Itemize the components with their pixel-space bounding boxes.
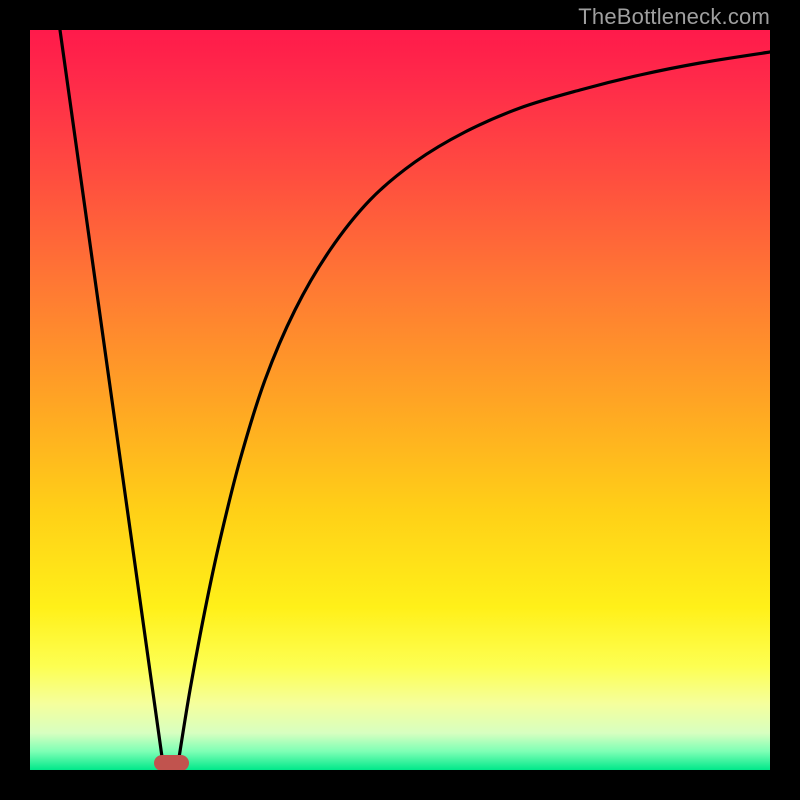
bottleneck-curve xyxy=(30,30,770,770)
plot-area xyxy=(30,30,770,770)
watermark-text: TheBottleneck.com xyxy=(578,4,770,30)
optimal-marker xyxy=(154,755,189,770)
chart-frame: TheBottleneck.com xyxy=(0,0,800,800)
curve-path xyxy=(60,30,770,764)
